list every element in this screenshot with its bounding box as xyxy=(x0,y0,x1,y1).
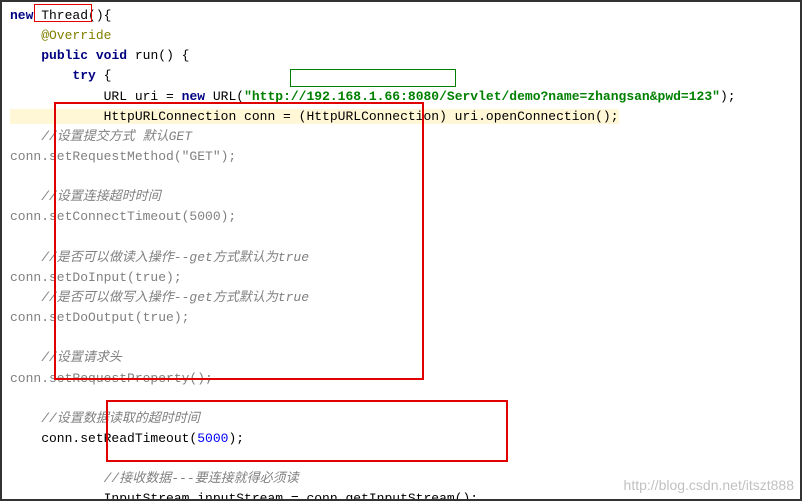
gray-1: conn.setRequestMethod("GET"); xyxy=(10,149,236,164)
gray-2: conn.setConnectTimeout(5000); xyxy=(10,209,236,224)
kw-void: void xyxy=(96,48,127,63)
comment-2: //设置连接超时时间 xyxy=(10,189,161,204)
code-screenshot: { "code": { "t_new": "new", "t_thread": … xyxy=(0,0,802,501)
readtimeout-num: 5000 xyxy=(197,431,228,446)
kw-try: try xyxy=(72,68,95,83)
readtimeout-b: ); xyxy=(228,431,244,446)
comment-4: //是否可以做写入操作--get方式默认为true xyxy=(10,290,309,305)
comment-5: //设置请求头 xyxy=(10,350,122,365)
kw-public: public xyxy=(41,48,88,63)
comment-7: //接收数据---要连接就得必须读 xyxy=(104,471,299,486)
run-sig: run() { xyxy=(127,48,189,63)
comment-1: //设置提交方式 默认GET xyxy=(10,129,192,144)
comment-3: //是否可以做读入操作--get方式默认为true xyxy=(10,250,309,265)
readtimeout-a: conn.setReadTimeout( xyxy=(10,431,197,446)
gray-3: conn.setDoInput(true); xyxy=(10,270,182,285)
url-decl-a: URL uri = xyxy=(104,89,182,104)
thread-decl: Thread(){ xyxy=(33,8,111,23)
gray-5: conn.setRequestProperty(); xyxy=(10,371,213,386)
code-block: new Thread(){ @Override public void run(… xyxy=(2,2,800,501)
try-brace: { xyxy=(96,68,112,83)
url-string: "http://192.168.1.66:8080/Servlet/demo?n… xyxy=(244,89,720,104)
comment-6: //设置数据读取的超时时间 xyxy=(10,411,200,426)
kw-new2: new xyxy=(182,89,205,104)
conn-decl: HttpURLConnection conn = (HttpURLConnect… xyxy=(104,109,619,124)
url-decl-c: ); xyxy=(720,89,736,104)
kw-new: new xyxy=(10,8,33,23)
inputstream-decl: InputStream inputStream = conn.getInputS… xyxy=(104,491,478,501)
url-decl-b: URL( xyxy=(205,89,244,104)
annotation-override: @Override xyxy=(10,28,111,43)
gray-4: conn.setDoOutput(true); xyxy=(10,310,189,325)
